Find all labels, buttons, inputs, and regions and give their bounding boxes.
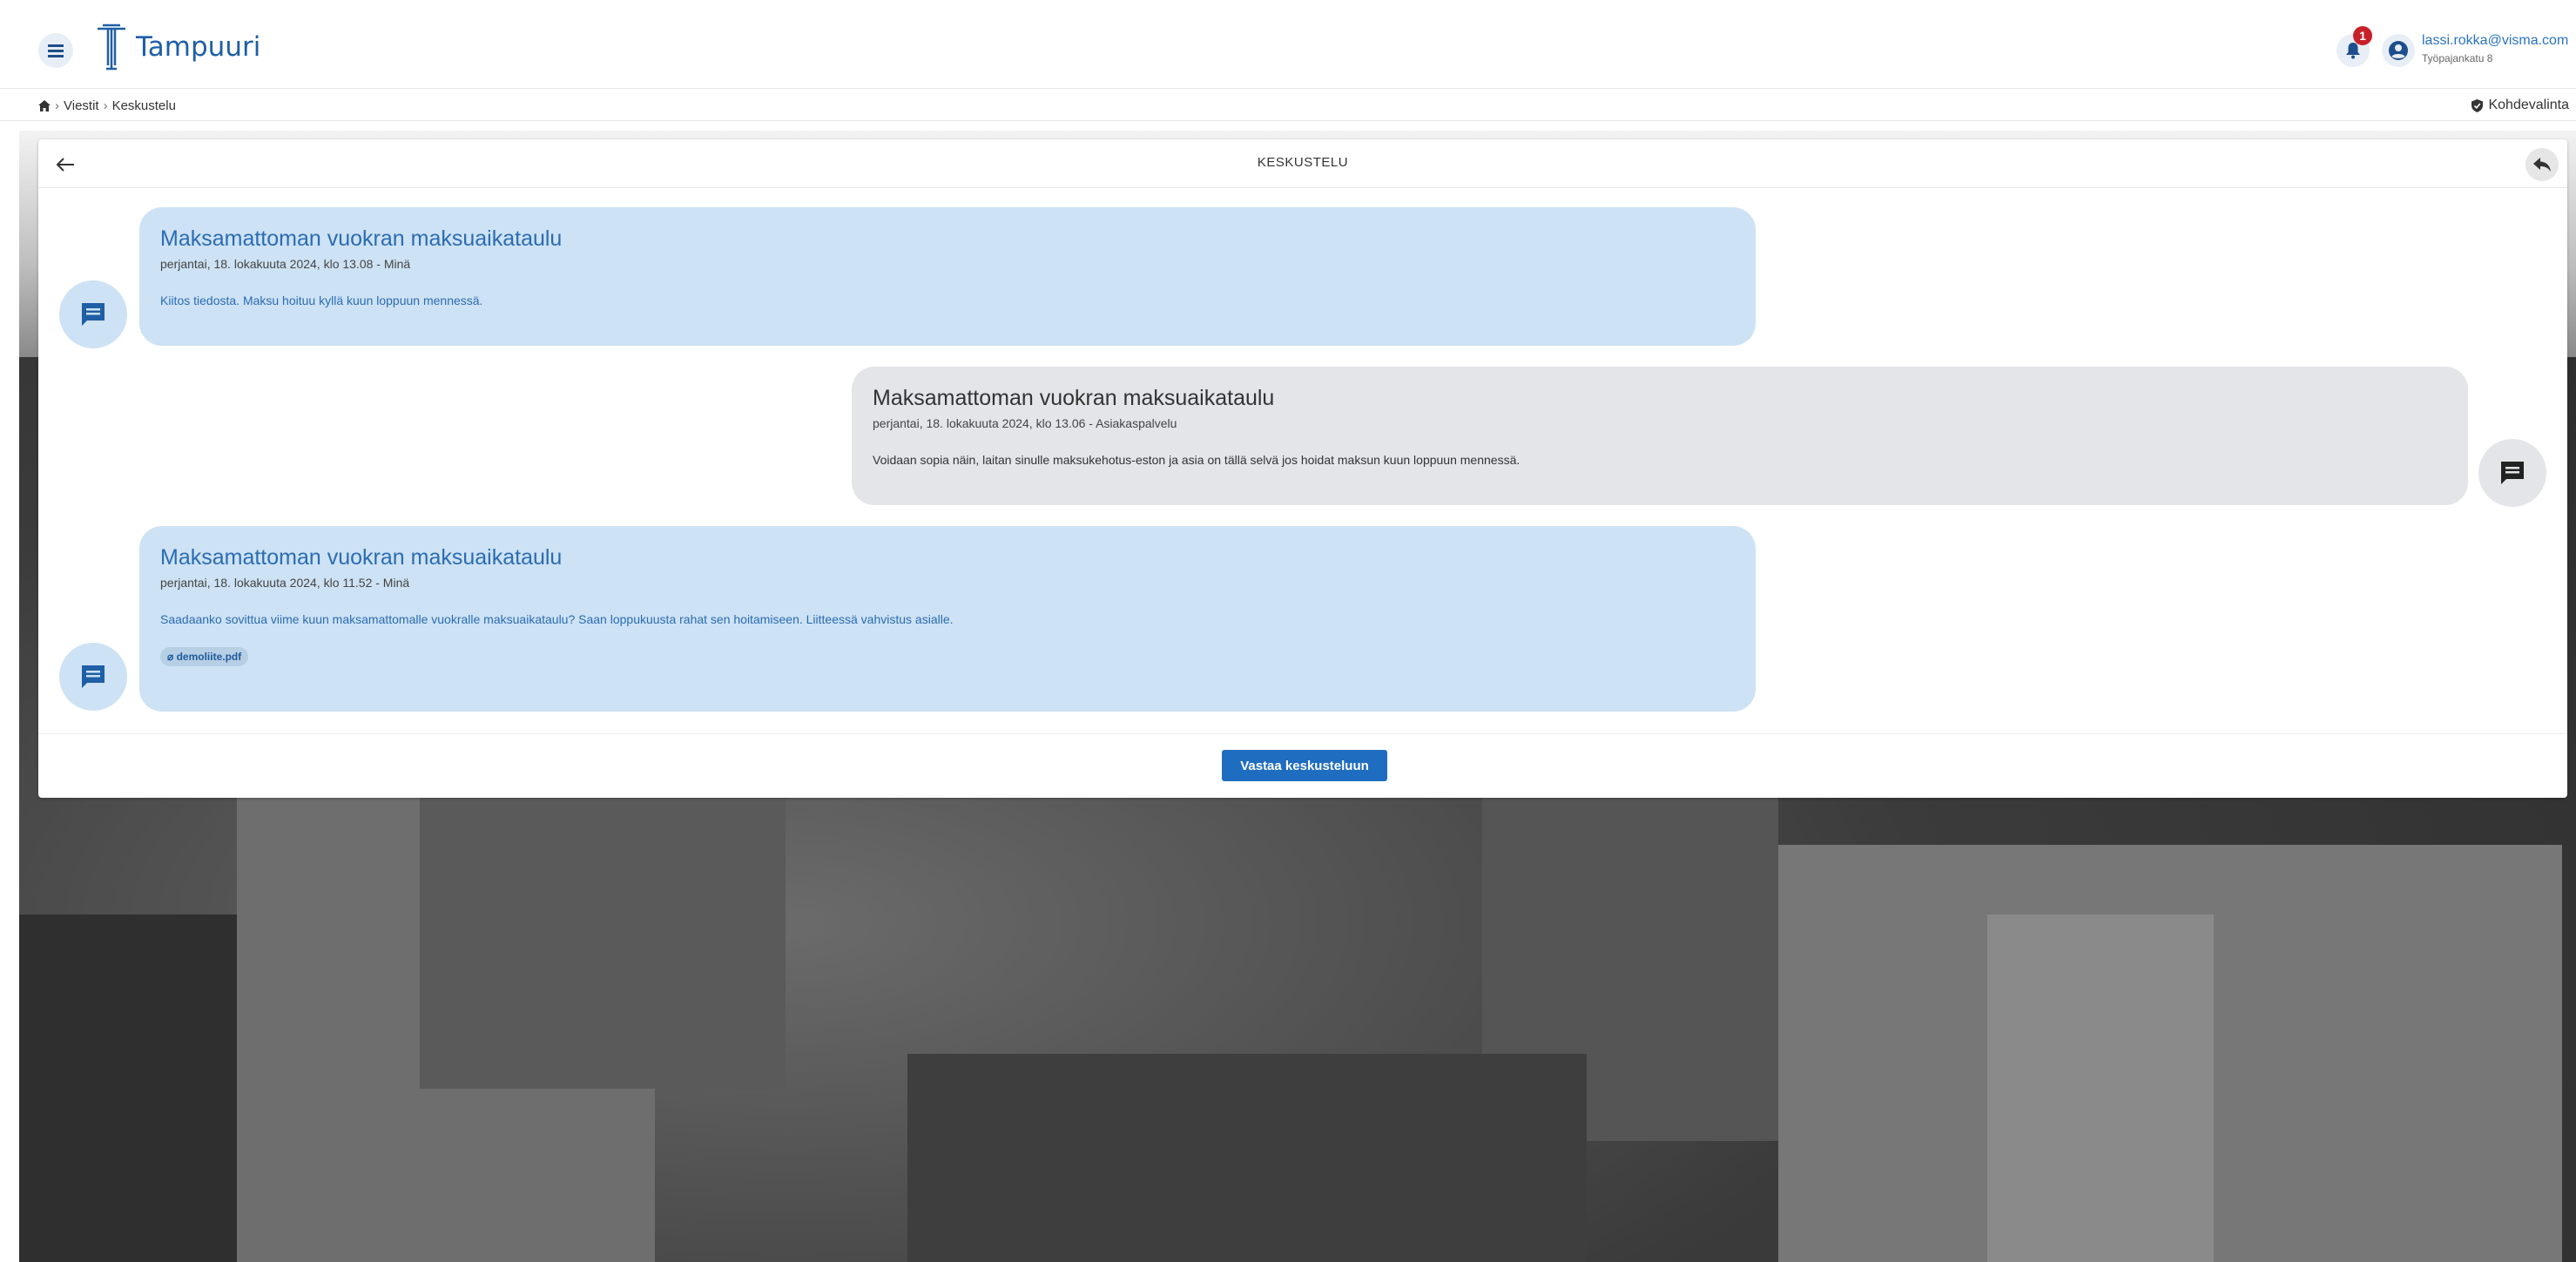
reply-icon-button[interactable] — [2525, 148, 2559, 181]
own-message-avatar — [59, 280, 127, 348]
message-meta: perjantai, 18. lokakuuta 2024, klo 11.52… — [160, 576, 410, 590]
home-icon[interactable] — [38, 100, 51, 111]
hamburger-icon — [48, 44, 64, 57]
message-title: Maksamattoman vuokran maksuaikataulu — [160, 545, 563, 570]
top-header: Tampuuri 1 lassi.rokka@visma.com Työpaja… — [0, 0, 2576, 89]
message-body: Kiitos tiedosta. Maksu hoituu kyllä kuun… — [160, 294, 483, 307]
chat-bubble-icon — [2501, 462, 2524, 484]
own-message-avatar — [59, 643, 127, 711]
message-title: Maksamattoman vuokran maksuaikataulu — [160, 226, 563, 251]
chat-bubble-icon — [82, 303, 105, 326]
user-email[interactable]: lassi.rokka@visma.com — [2422, 33, 2568, 49]
tampuuri-logo-icon — [98, 24, 125, 71]
hamburger-menu-button[interactable] — [38, 33, 73, 68]
conversation-panel: KESKUSTELU Maksamattoman vuokran maksuai… — [38, 139, 2567, 798]
breadcrumb-item-keskustelu: Keskustelu — [111, 98, 176, 113]
message-body: Voidaan sopia näin, laitan sinulle maksu… — [873, 453, 1521, 467]
panel-header: KESKUSTELU — [38, 139, 2567, 188]
message-meta: perjantai, 18. lokakuuta 2024, klo 13.08… — [160, 257, 411, 271]
user-menu-button[interactable] — [2382, 34, 2415, 67]
user-address: Työpajankatu 8 — [2422, 52, 2493, 64]
message-bubble: Maksamattoman vuokran maksuaikataulu per… — [852, 367, 2468, 505]
app-name: Tampuuri — [136, 31, 261, 63]
reply-to-conversation-button[interactable]: Vastaa keskusteluun — [1222, 750, 1387, 781]
breadcrumb-separator: › — [103, 98, 108, 113]
other-message-avatar — [2478, 439, 2546, 507]
shield-check-icon — [2471, 98, 2484, 112]
attachment-chip[interactable]: ⌀ demoliite.pdf — [160, 647, 249, 666]
message-bubble: Maksamattoman vuokran maksuaikataulu per… — [139, 207, 1756, 346]
message-bubble: Maksamattoman vuokran maksuaikataulu per… — [139, 526, 1756, 712]
breadcrumb: › Viestit › Keskustelu — [38, 98, 176, 113]
message-body: Saadaanko sovittua viime kuun maksamatto… — [160, 612, 954, 626]
breadcrumb-separator: › — [55, 98, 59, 113]
app-logo[interactable]: Tampuuri — [96, 23, 260, 71]
user-circle-icon — [2389, 41, 2408, 60]
message-meta: perjantai, 18. lokakuuta 2024, klo 13.06… — [873, 416, 1177, 430]
panel-footer: Vastaa keskusteluun — [38, 733, 2567, 798]
reply-icon — [2533, 158, 2551, 172]
panel-title: KESKUSTELU — [1257, 155, 1349, 170]
paperclip-icon: ⌀ — [167, 651, 174, 663]
notification-count-badge: 1 — [2353, 26, 2372, 45]
breadcrumb-item-viestit[interactable]: Viestit — [64, 98, 99, 113]
message-title: Maksamattoman vuokran maksuaikataulu — [873, 386, 1275, 410]
breadcrumb-bar: › Viestit › Keskustelu Kohdevalinta — [0, 90, 2576, 121]
target-selection-button[interactable]: Kohdevalinta — [2471, 98, 2569, 113]
target-selection-label: Kohdevalinta — [2488, 98, 2569, 112]
chat-bubble-icon — [82, 665, 105, 688]
attachment-filename: demoliite.pdf — [176, 651, 242, 663]
